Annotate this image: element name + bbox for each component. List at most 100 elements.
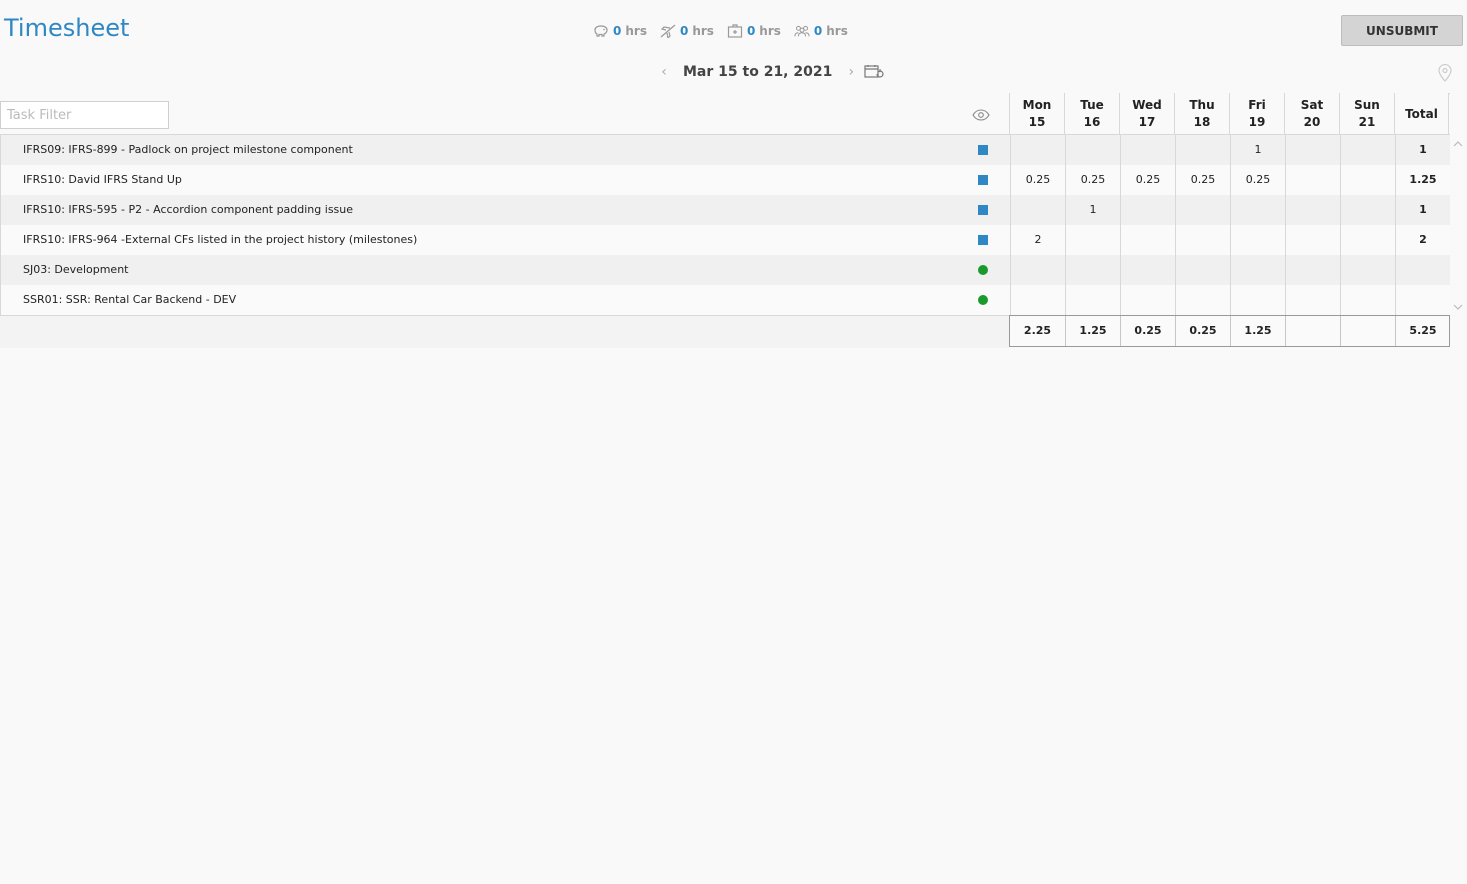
row-total: 1 bbox=[1395, 135, 1450, 165]
table-row: SSR01: SSR: Rental Car Backend - DEV bbox=[1, 285, 1450, 315]
stat-leave: 0 hrs bbox=[593, 24, 647, 38]
hour-cell-thu[interactable] bbox=[1175, 135, 1230, 165]
hour-cell-sun[interactable] bbox=[1340, 225, 1395, 255]
hour-cell-sat[interactable] bbox=[1285, 255, 1340, 285]
date-range: Mar 15 to 21, 2021 bbox=[683, 64, 833, 80]
total-mon: 2.25 bbox=[1023, 324, 1052, 337]
task-square-icon bbox=[978, 205, 988, 215]
col-header-sat: Sat 20 bbox=[1284, 93, 1339, 135]
task-square-icon bbox=[978, 175, 988, 185]
row-total bbox=[1395, 285, 1450, 315]
hour-cell-tue[interactable]: 0.25 bbox=[1065, 165, 1120, 195]
total-sat bbox=[1285, 316, 1340, 346]
hour-cell-mon[interactable] bbox=[1010, 255, 1065, 285]
hour-cell-sun[interactable] bbox=[1340, 165, 1395, 195]
totals-row: 2.25 1.25 0.25 0.25 1.25 5.25 bbox=[1009, 315, 1450, 347]
location-pin-icon[interactable] bbox=[1438, 64, 1452, 82]
total-fri: 1.25 bbox=[1230, 316, 1285, 346]
col-header-thu: Thu 18 bbox=[1174, 93, 1229, 135]
footer-spacer bbox=[0, 316, 1009, 348]
hour-cell-wed[interactable] bbox=[1120, 285, 1175, 315]
hour-cell-wed[interactable] bbox=[1120, 195, 1175, 225]
hour-cell-thu[interactable] bbox=[1175, 255, 1230, 285]
total-thu: 0.25 bbox=[1175, 316, 1230, 346]
hour-cell-sat[interactable] bbox=[1285, 165, 1340, 195]
stat-team: 0 hrs bbox=[794, 24, 848, 38]
hour-cell-sat[interactable] bbox=[1285, 135, 1340, 165]
hour-cell-thu[interactable] bbox=[1175, 195, 1230, 225]
total-tue: 1.25 bbox=[1065, 316, 1120, 346]
hour-cell-sun[interactable] bbox=[1340, 195, 1395, 225]
page-title: Timesheet bbox=[4, 14, 130, 42]
hour-cell-thu[interactable]: 0.25 bbox=[1175, 165, 1230, 195]
hours-summary: 0 hrs 0 hrs 0 hrs 0 hrs bbox=[593, 24, 848, 38]
task-name: SJ03: Development bbox=[23, 263, 129, 276]
stat-sick: 0 hrs bbox=[727, 24, 781, 38]
hour-cell-wed[interactable]: 0.25 bbox=[1120, 165, 1175, 195]
hour-cell-mon[interactable] bbox=[1010, 195, 1065, 225]
hour-cell-sun[interactable] bbox=[1340, 285, 1395, 315]
table-row: SJ03: Development bbox=[1, 255, 1450, 285]
task-name: IFRS10: David IFRS Stand Up bbox=[23, 173, 182, 186]
scroll-down-icon[interactable] bbox=[1452, 302, 1464, 312]
task-name: SSR01: SSR: Rental Car Backend - DEV bbox=[23, 293, 237, 306]
total-wed: 0.25 bbox=[1120, 316, 1175, 346]
medical-kit-icon bbox=[727, 24, 743, 38]
unsubmit-button[interactable]: UNSUBMIT bbox=[1341, 15, 1463, 46]
table-row: IFRS10: IFRS-595 - P2 - Accordion compon… bbox=[1, 195, 1450, 225]
hour-cell-sat[interactable] bbox=[1285, 225, 1340, 255]
hour-cell-thu[interactable] bbox=[1175, 285, 1230, 315]
hour-cell-tue[interactable] bbox=[1065, 285, 1120, 315]
hour-cell-tue[interactable]: 1 bbox=[1065, 195, 1120, 225]
col-header-total: Total bbox=[1394, 93, 1449, 135]
hour-cell-tue[interactable] bbox=[1065, 225, 1120, 255]
task-dot-icon bbox=[978, 265, 988, 275]
hour-cell-wed[interactable] bbox=[1120, 255, 1175, 285]
hour-cell-mon[interactable] bbox=[1010, 285, 1065, 315]
task-square-icon bbox=[978, 235, 988, 245]
task-square-icon bbox=[978, 145, 988, 155]
col-header-wed: Wed 17 bbox=[1119, 93, 1174, 135]
hour-cell-sat[interactable] bbox=[1285, 195, 1340, 225]
task-name: IFRS09: IFRS-899 - Padlock on project mi… bbox=[23, 143, 353, 156]
hour-cell-mon[interactable] bbox=[1010, 135, 1065, 165]
hour-cell-thu[interactable] bbox=[1175, 225, 1230, 255]
row-total: 1.25 bbox=[1395, 165, 1450, 195]
task-dot-icon bbox=[978, 295, 988, 305]
hour-cell-fri[interactable] bbox=[1230, 195, 1285, 225]
hour-cell-fri[interactable] bbox=[1230, 255, 1285, 285]
hour-cell-sun[interactable] bbox=[1340, 135, 1395, 165]
hour-cell-fri[interactable]: 1 bbox=[1230, 135, 1285, 165]
row-total: 2 bbox=[1395, 225, 1450, 255]
col-header-tue: Tue 16 bbox=[1064, 93, 1119, 135]
hour-cell-fri[interactable] bbox=[1230, 225, 1285, 255]
grand-total: 5.25 bbox=[1395, 316, 1450, 346]
plane-icon bbox=[660, 24, 676, 38]
col-header-fri: Fri 19 bbox=[1229, 93, 1284, 135]
hour-cell-fri[interactable] bbox=[1230, 285, 1285, 315]
stat-travel: 0 hrs bbox=[660, 24, 714, 38]
scroll-up-icon[interactable] bbox=[1452, 139, 1464, 149]
prev-week-button[interactable]: ‹ bbox=[655, 62, 673, 82]
hour-cell-mon[interactable]: 2 bbox=[1010, 225, 1065, 255]
task-name: IFRS10: IFRS-595 - P2 - Accordion compon… bbox=[23, 203, 354, 216]
group-icon bbox=[794, 25, 810, 37]
hour-cell-tue[interactable] bbox=[1065, 255, 1120, 285]
hour-cell-wed[interactable] bbox=[1120, 135, 1175, 165]
calendar-reset-icon[interactable] bbox=[864, 64, 884, 80]
table-row: IFRS09: IFRS-899 - Padlock on project mi… bbox=[1, 135, 1450, 165]
row-total bbox=[1395, 255, 1450, 285]
hour-cell-sat[interactable] bbox=[1285, 285, 1340, 315]
next-week-button[interactable]: › bbox=[842, 62, 860, 82]
task-filter-input[interactable] bbox=[0, 101, 169, 129]
hour-cell-sun[interactable] bbox=[1340, 255, 1395, 285]
col-header-mon: Mon 15 bbox=[1009, 93, 1064, 135]
col-header-sun: Sun 21 bbox=[1339, 93, 1394, 135]
piggy-bank-icon bbox=[594, 25, 608, 37]
eye-icon[interactable] bbox=[972, 109, 990, 121]
hour-cell-tue[interactable] bbox=[1065, 135, 1120, 165]
date-navigation: ‹ Mar 15 to 21, 2021 › bbox=[655, 62, 860, 82]
hour-cell-wed[interactable] bbox=[1120, 225, 1175, 255]
hour-cell-fri[interactable]: 0.25 bbox=[1230, 165, 1285, 195]
hour-cell-mon[interactable]: 0.25 bbox=[1010, 165, 1065, 195]
